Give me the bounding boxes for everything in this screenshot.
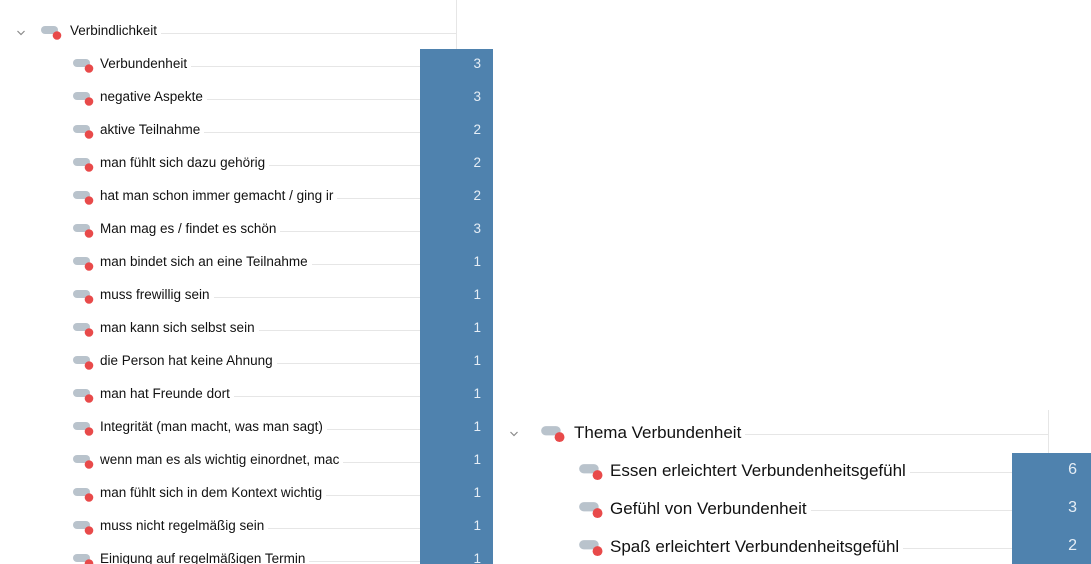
code-tree-child-row[interactable]: man fühlt sich dazu gehörig 2 xyxy=(0,148,493,181)
code-tree-child-row[interactable]: aktive Teilnahme 2 xyxy=(0,115,493,148)
code-label: Einigung auf regelmäßigen Termin xyxy=(100,551,310,564)
code-count: 1 xyxy=(473,287,481,302)
code-tag-icon xyxy=(72,91,98,107)
code-tree-child-row[interactable]: muss frewillig sein 1 xyxy=(0,280,493,313)
code-count: 2 xyxy=(1068,537,1077,554)
code-tree-child-row[interactable]: Man mag es / findet es schön 3 xyxy=(0,214,493,247)
code-label: man kann sich selbst sein xyxy=(100,320,259,335)
code-count: 1 xyxy=(473,551,481,564)
code-system-panel-bottom: Thema Verbundenheit Essen erleichtert Ver… xyxy=(498,410,1091,564)
code-count: 1 xyxy=(473,452,481,467)
code-label: Essen erleichtert Verbundenheitsgefühl xyxy=(610,461,910,481)
code-tag-icon xyxy=(72,223,98,239)
code-tree-child-row[interactable]: die Person hat keine Ahnung 1 xyxy=(0,346,493,379)
code-tag-icon xyxy=(578,539,608,557)
code-tree-child-row[interactable]: man kann sich selbst sein 1 xyxy=(0,313,493,346)
code-tag-icon xyxy=(72,355,98,371)
code-label: Gefühl von Verbundenheit xyxy=(610,499,811,519)
code-tree-child-row[interactable]: Integrität (man macht, was man sagt) 1 xyxy=(0,412,493,445)
code-tag-icon xyxy=(72,157,98,173)
code-count: 1 xyxy=(473,518,481,533)
code-tree-child-row[interactable]: wenn man es als wichtig einordnet, mac 1 xyxy=(0,445,493,478)
code-tag-icon xyxy=(72,388,98,404)
code-system-panel-top: Verbindlichkeit Verbundenheit 3 negative As… xyxy=(0,0,493,564)
code-tree-parent-row[interactable]: Verbindlichkeit xyxy=(0,16,493,49)
code-label: Verbundenheit xyxy=(100,56,192,71)
code-tree-parent-row[interactable]: Thema Verbundenheit xyxy=(498,415,1091,453)
code-label: man fühlt sich dazu gehörig xyxy=(100,155,270,170)
code-label: Thema Verbundenheit xyxy=(574,423,746,443)
code-label: man fühlt sich in dem Kontext wichtig xyxy=(100,485,327,500)
code-count: 1 xyxy=(473,419,481,434)
code-tag-icon xyxy=(72,487,98,503)
code-tree-child-row[interactable]: Verbundenheit 3 xyxy=(0,49,493,82)
chevron-down-icon[interactable] xyxy=(16,28,26,38)
code-tree-child-row[interactable]: man bindet sich an eine Teilnahme 1 xyxy=(0,247,493,280)
code-tree-child-row[interactable]: hat man schon immer gemacht / ging ir 2 xyxy=(0,181,493,214)
code-label: Man mag es / findet es schön xyxy=(100,221,281,236)
code-tag-icon xyxy=(540,425,570,443)
code-tag-icon xyxy=(72,289,98,305)
code-tag-icon xyxy=(72,421,98,437)
code-label: die Person hat keine Ahnung xyxy=(100,353,277,368)
code-label: man bindet sich an eine Teilnahme xyxy=(100,254,312,269)
code-label: man hat Freunde dort xyxy=(100,386,234,401)
code-label: hat man schon immer gemacht / ging ir xyxy=(100,188,338,203)
code-tree-child-row[interactable]: Gefühl von Verbundenheit 3 xyxy=(498,491,1091,529)
code-count: 1 xyxy=(473,320,481,335)
code-count: 6 xyxy=(1068,461,1077,478)
chevron-down-icon[interactable] xyxy=(509,429,519,439)
code-tag-icon xyxy=(40,25,66,41)
code-tag-icon xyxy=(72,124,98,140)
code-tag-icon xyxy=(72,190,98,206)
code-count: 1 xyxy=(473,485,481,500)
code-tag-icon xyxy=(578,501,608,519)
code-count: 1 xyxy=(473,353,481,368)
code-label: negative Aspekte xyxy=(100,89,207,104)
code-tree-child-row[interactable]: man hat Freunde dort 1 xyxy=(0,379,493,412)
code-label: muss nicht regelmäßig sein xyxy=(100,518,269,533)
code-label: wenn man es als wichtig einordnet, mac xyxy=(100,452,344,467)
code-label: Spaß erleichtert Verbundenheitsgefühl xyxy=(610,537,904,557)
code-tree-child-row[interactable]: Essen erleichtert Verbundenheitsgefühl 6 xyxy=(498,453,1091,491)
code-tree-child-row[interactable]: Spaß erleichtert Verbundenheitsgefühl 2 xyxy=(498,529,1091,564)
code-count: 3 xyxy=(473,56,481,71)
code-label: Integrität (man macht, was man sagt) xyxy=(100,419,327,434)
code-tag-icon xyxy=(72,553,98,564)
code-label: aktive Teilnahme xyxy=(100,122,205,137)
code-tree-child-row[interactable]: Einigung auf regelmäßigen Termin 1 xyxy=(0,544,493,564)
code-count: 3 xyxy=(473,89,481,104)
code-tree-child-row[interactable]: negative Aspekte 3 xyxy=(0,82,493,115)
code-tag-icon xyxy=(72,58,98,74)
code-count: 3 xyxy=(1068,499,1077,516)
code-count: 1 xyxy=(473,386,481,401)
code-label: muss frewillig sein xyxy=(100,287,214,302)
code-count: 2 xyxy=(473,188,481,203)
code-tag-icon xyxy=(72,454,98,470)
code-label: Verbindlichkeit xyxy=(70,23,162,38)
code-tag-icon xyxy=(72,256,98,272)
code-tree-child-row[interactable]: muss nicht regelmäßig sein 1 xyxy=(0,511,493,544)
code-tag-icon xyxy=(72,322,98,338)
code-count: 3 xyxy=(473,221,481,236)
code-tag-icon xyxy=(72,520,98,536)
code-count: 2 xyxy=(473,155,481,170)
code-tag-icon xyxy=(578,463,608,481)
code-tree-child-row[interactable]: man fühlt sich in dem Kontext wichtig 1 xyxy=(0,478,493,511)
code-count: 1 xyxy=(473,254,481,269)
code-count: 2 xyxy=(473,122,481,137)
